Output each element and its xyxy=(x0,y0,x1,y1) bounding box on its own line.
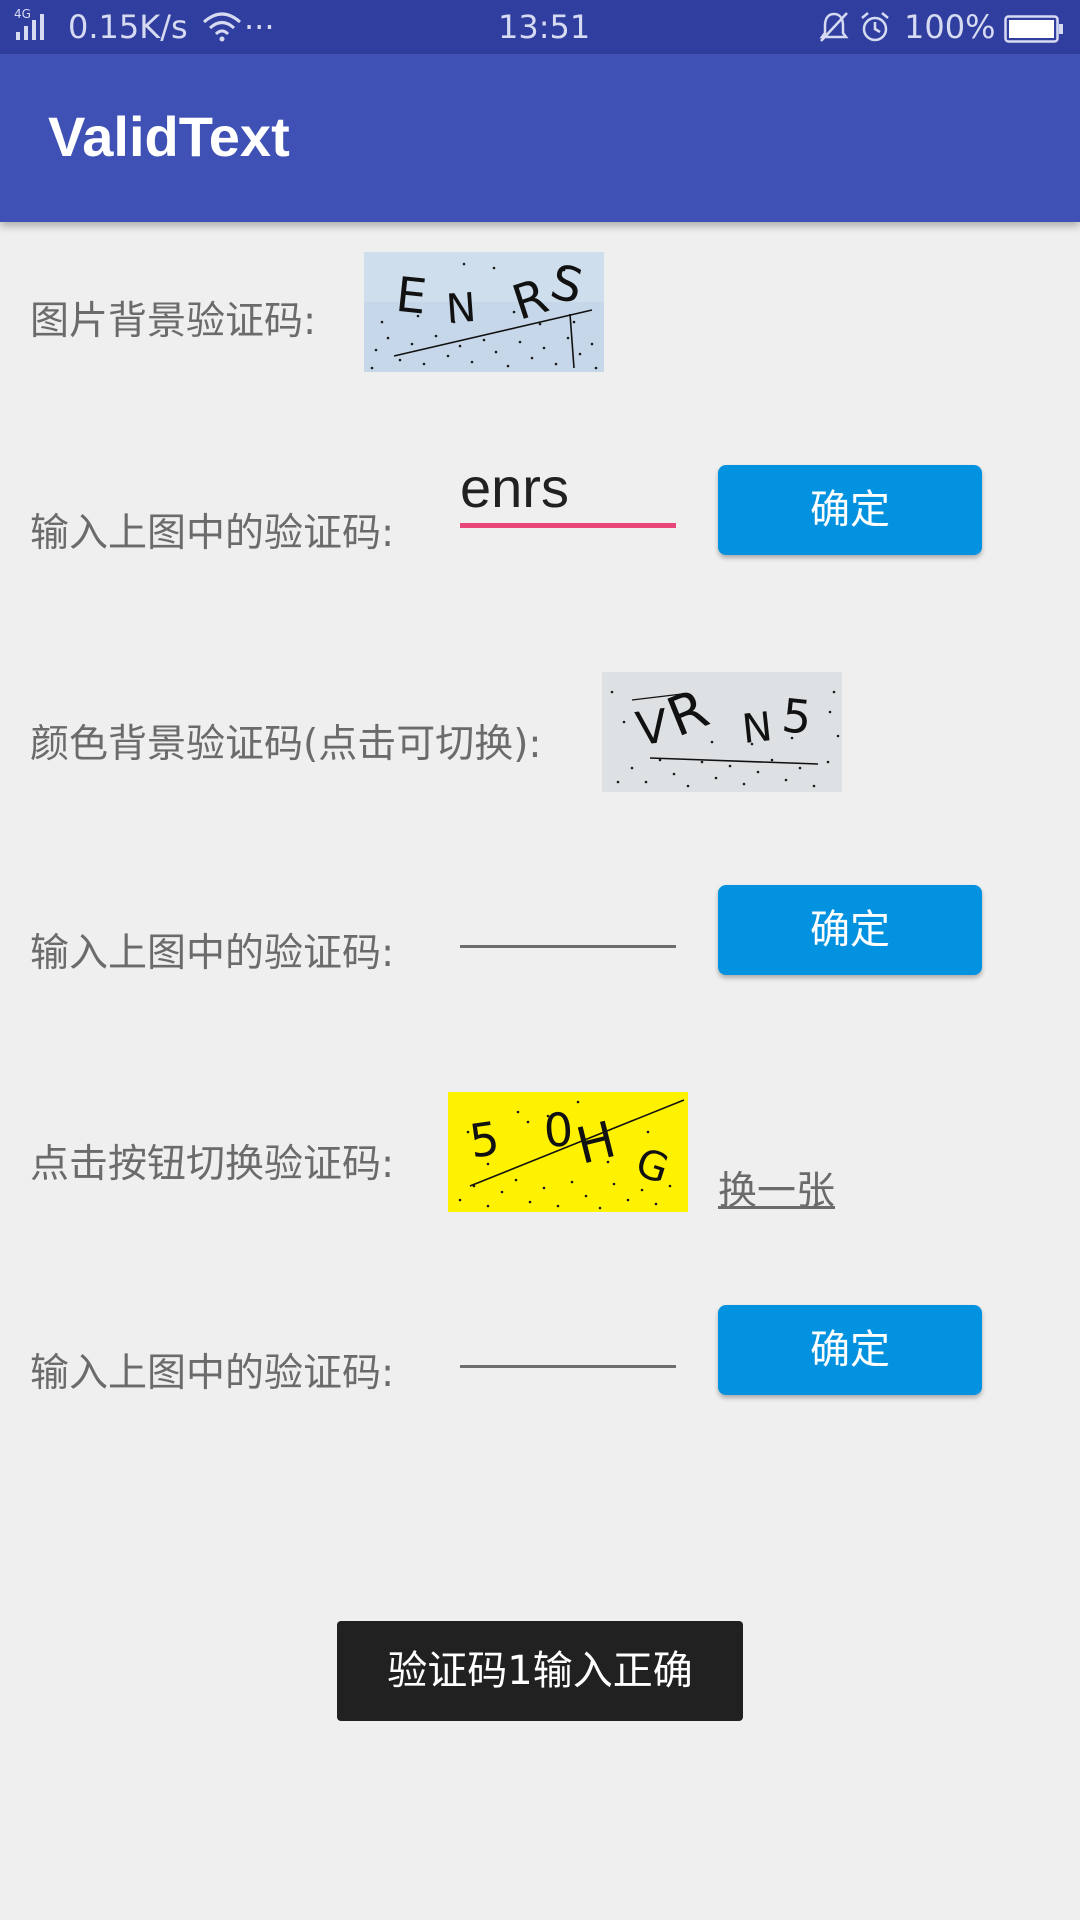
input-underline-focused xyxy=(460,523,676,528)
confirm-button-2[interactable]: 确定 xyxy=(718,885,982,975)
captcha-input-label-1: 输入上图中的验证码: xyxy=(30,511,395,556)
input-underline xyxy=(460,1365,676,1368)
captcha-input-label-2: 输入上图中的验证码: xyxy=(30,931,395,976)
svg-text:4G: 4G xyxy=(14,7,31,21)
notification-muted-icon xyxy=(818,10,850,52)
network-speed: 0.15K/s xyxy=(68,8,188,46)
yellow-captcha[interactable]: 5 0 H G xyxy=(448,1092,688,1212)
captcha-input-label-3: 输入上图中的验证码: xyxy=(30,1351,395,1396)
captcha-input-1[interactable]: enrs xyxy=(460,456,676,528)
svg-text:5: 5 xyxy=(779,688,814,745)
clock-time: 13:51 xyxy=(498,8,591,46)
battery-icon xyxy=(1004,13,1064,51)
svg-text:N: N xyxy=(445,285,478,333)
image-captcha[interactable]: E N R S xyxy=(364,252,604,372)
switch-captcha-label: 点击按钮切换验证码: xyxy=(30,1142,395,1187)
switch-captcha-link[interactable]: 换一张 xyxy=(718,1160,835,1216)
toast-message: 验证码1输入正确 xyxy=(337,1621,743,1721)
input-underline xyxy=(460,945,676,948)
alarm-icon xyxy=(858,10,892,52)
wifi-icon xyxy=(202,10,242,50)
status-bar: 4G 0.15K/s ··· 13:51 100% xyxy=(0,0,1080,54)
color-captcha[interactable]: V R N 5 xyxy=(602,672,842,792)
confirm-button-1[interactable]: 确定 xyxy=(718,465,982,555)
color-captcha-label: 颜色背景验证码(点击可切换): xyxy=(30,722,542,767)
battery-percent: 100% xyxy=(904,8,996,46)
confirm-button-3[interactable]: 确定 xyxy=(718,1305,982,1395)
signal-icon: 4G xyxy=(14,6,56,50)
svg-text:E: E xyxy=(393,267,429,326)
app-title: ValidText xyxy=(48,105,290,168)
svg-text:0: 0 xyxy=(542,1102,575,1158)
captcha-input-2[interactable] xyxy=(460,888,676,948)
svg-text:N: N xyxy=(740,704,775,753)
captcha-input-1-value: enrs xyxy=(460,456,569,519)
more-icon: ··· xyxy=(244,8,275,46)
app-bar: ValidText xyxy=(0,54,1080,222)
captcha-input-3[interactable] xyxy=(460,1308,676,1368)
image-captcha-label: 图片背景验证码: xyxy=(30,299,317,344)
